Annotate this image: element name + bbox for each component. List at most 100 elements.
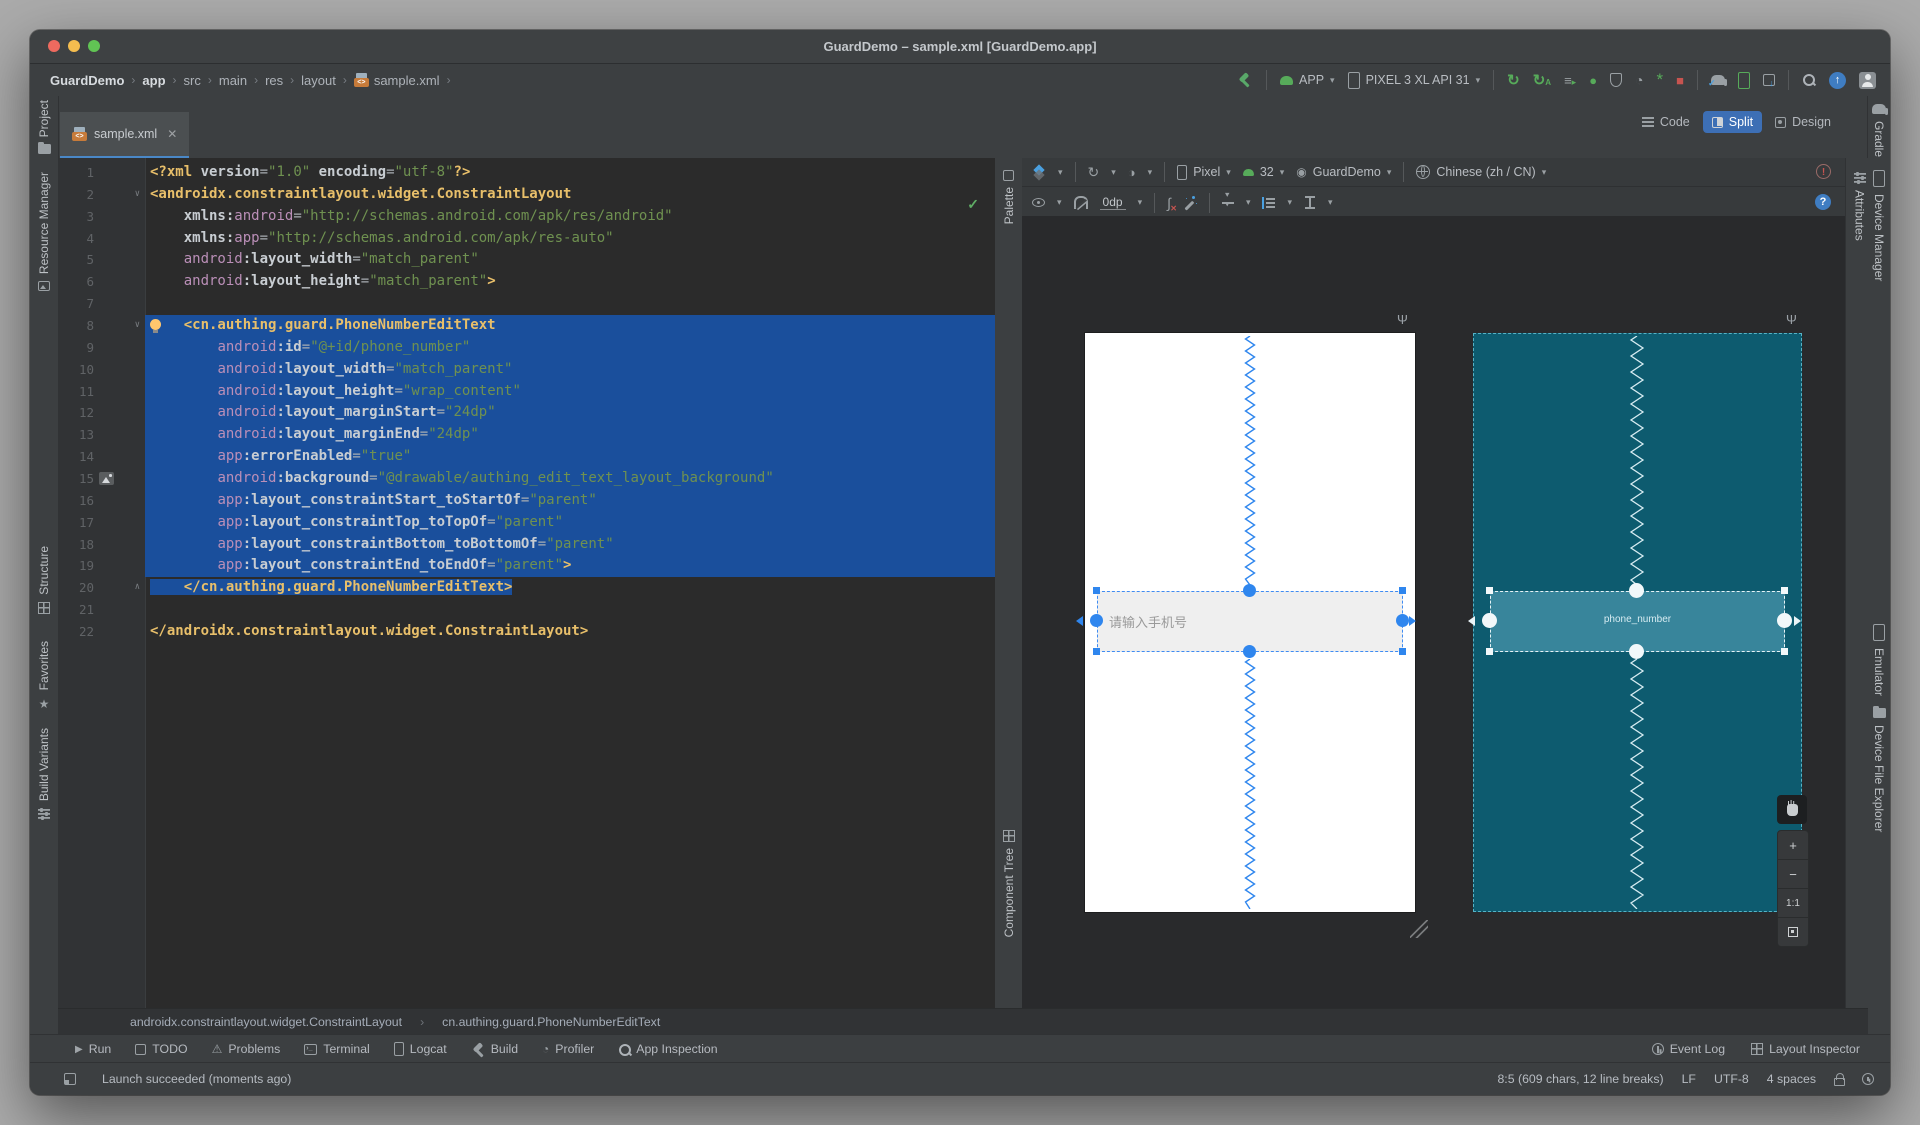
code-line-19[interactable]: 19 app:layout_constraintEnd_toEndOf="par…: [58, 555, 995, 578]
inspections-ok-icon[interactable]: ✓: [967, 196, 979, 213]
align-icon[interactable]: [1262, 196, 1276, 209]
constraint-anchor-bottom[interactable]: [1629, 644, 1644, 659]
api-level-select[interactable]: 32 ▾: [1242, 165, 1284, 179]
fold-marker-icon[interactable]: ∨: [125, 184, 145, 206]
sidebar-item-structure[interactable]: Structure: [30, 546, 58, 614]
constraint-anchor-bottom[interactable]: [1243, 645, 1256, 658]
code-line-18[interactable]: 18 app:layout_constraintBottom_toBottomO…: [58, 533, 995, 556]
device-manager-icon[interactable]: [1738, 71, 1750, 89]
code-line-20[interactable]: 20 ∧ </cn.authing.guard.PhoneNumberEditTe…: [58, 577, 995, 599]
zoom-out-button[interactable]: −: [1778, 860, 1808, 889]
attach-debugger-icon[interactable]: [1610, 73, 1623, 87]
sidebar-item-favorites[interactable]: Favorites ★: [30, 641, 58, 711]
sidebar-item-emulator[interactable]: Emulator: [1868, 624, 1890, 696]
toolwindow-logcat[interactable]: Logcat: [393, 1042, 447, 1056]
sidebar-item-resource-manager[interactable]: Resource Manager: [30, 172, 58, 292]
locale-select[interactable]: Chinese (zh / CN) ▾: [1416, 165, 1546, 179]
zoom-actual-size-button[interactable]: 1:1: [1778, 889, 1808, 918]
apply-code-changes-icon[interactable]: ↻A: [1533, 71, 1551, 89]
preview-device-select[interactable]: Pixel ▾: [1177, 164, 1231, 180]
code-line-14[interactable]: 14 app:errorEnabled="true": [58, 446, 995, 469]
run-list-icon[interactable]: ≡▸: [1564, 73, 1576, 88]
code-editor[interactable]: 1 <?xml version="1.0" encoding="utf-8"?> 2…: [58, 158, 995, 1008]
code-line-21[interactable]: 21: [58, 599, 995, 621]
mode-design-button[interactable]: Design: [1766, 111, 1840, 133]
breadcrumb-item[interactable]: GuardDemo: [50, 73, 124, 88]
constraint-anchor-top[interactable]: [1629, 583, 1644, 598]
sidebar-item-device-file-explorer[interactable]: Device File Explorer: [1868, 705, 1890, 832]
code-line-3[interactable]: 3 xmlns:android="http://schemas.android.…: [58, 206, 995, 228]
profile-avatar[interactable]: [1859, 71, 1876, 89]
handle-corner[interactable]: [1486, 587, 1493, 594]
code-line-22[interactable]: 22 </androidx.constraintlayout.widget.Con…: [58, 621, 995, 643]
code-line-13[interactable]: 13 android:layout_marginEnd="24dp": [58, 424, 995, 447]
toolwindow-run[interactable]: ▶ Run: [75, 1042, 111, 1056]
code-line-2[interactable]: 2 ∨ <androidx.constraintlayout.widget.Cons…: [58, 184, 995, 206]
code-line-5[interactable]: 5 android:layout_width="match_parent": [58, 249, 995, 271]
toolwindow-todo[interactable]: TODO: [135, 1042, 188, 1056]
mode-code-button[interactable]: Code: [1633, 111, 1699, 133]
sidebar-item-build-variants[interactable]: Build Variants: [30, 728, 58, 821]
code-line-12[interactable]: 12 android:layout_marginStart="24dp": [58, 402, 995, 425]
code-line-11[interactable]: 11 android:layout_height="wrap_content": [58, 380, 995, 403]
code-line-10[interactable]: 10 android:layout_width="match_parent": [58, 358, 995, 381]
breadcrumb-parent[interactable]: androidx.constraintlayout.widget.Constra…: [130, 1015, 402, 1029]
toolwindow-toggle-icon[interactable]: [64, 1073, 76, 1085]
breadcrumb-item[interactable]: layout: [301, 73, 336, 88]
code-line-17[interactable]: 17 app:layout_constraintTop_toTopOf="par…: [58, 511, 995, 534]
sdk-manager-icon[interactable]: [1763, 74, 1775, 88]
distribute-icon[interactable]: [1304, 196, 1316, 209]
handle-corner[interactable]: [1781, 587, 1788, 594]
close-tab-icon[interactable]: ✕: [167, 127, 177, 141]
night-mode-icon[interactable]: ◑: [1128, 165, 1136, 180]
breadcrumb-item[interactable]: src: [184, 73, 201, 88]
breadcrumb-child[interactable]: cn.authing.guard.PhoneNumberEditText: [442, 1015, 660, 1029]
handle-corner[interactable]: [1093, 648, 1100, 655]
view-options-icon[interactable]: [1032, 198, 1045, 207]
drawable-preview-icon[interactable]: [99, 472, 114, 486]
code-line-15[interactable]: 15 android:background="@drawable/authing…: [58, 468, 995, 490]
breadcrumb-item[interactable]: main: [219, 73, 247, 88]
toolwindow-build[interactable]: Build: [471, 1042, 518, 1056]
palette-tab[interactable]: Palette: [995, 170, 1022, 224]
resize-grip[interactable]: [1410, 920, 1428, 938]
tab-sample-xml[interactable]: sample.xml ✕: [60, 112, 190, 158]
toolwindow-app-inspection[interactable]: App Inspection: [618, 1042, 718, 1056]
code-line-8[interactable]: 8 ∨ <cn.authing.guard.PhoneNumberEditText: [58, 315, 995, 337]
pan-tool-button[interactable]: [1777, 795, 1807, 824]
handle-corner[interactable]: [1399, 648, 1406, 655]
caret-position[interactable]: 8:5 (609 chars, 12 line breaks): [1497, 1072, 1663, 1086]
constraint-anchor-start[interactable]: [1090, 614, 1103, 627]
handle-corner[interactable]: [1093, 587, 1100, 594]
infer-constraints-icon[interactable]: [1183, 195, 1197, 210]
toolwindow-profiler[interactable]: ◔ Profiler: [542, 1042, 594, 1056]
phone-number-edittext-design[interactable]: 请输入手机号: [1097, 591, 1403, 652]
readonly-lock-icon[interactable]: [1834, 1073, 1845, 1086]
sidebar-item-project[interactable]: Project: [30, 100, 58, 155]
code-line-6[interactable]: 6 android:layout_height="match_parent">: [58, 271, 995, 293]
handle-corner[interactable]: [1399, 587, 1406, 594]
code-line-1[interactable]: 1 <?xml version="1.0" encoding="utf-8"?>: [58, 162, 995, 184]
constraint-anchor-end[interactable]: [1777, 613, 1792, 628]
fold-marker-icon[interactable]: ∧: [125, 577, 145, 599]
constraint-anchor-end[interactable]: [1396, 614, 1409, 627]
constraint-anchor-start[interactable]: [1482, 613, 1497, 628]
handle-corner[interactable]: [1486, 648, 1493, 655]
breadcrumb-item[interactable]: sample.xml: [353, 72, 440, 88]
run-configuration-select[interactable]: APP ▾: [1280, 73, 1335, 87]
line-ending[interactable]: LF: [1682, 1072, 1696, 1086]
default-margin-select[interactable]: 0dp: [1099, 195, 1126, 210]
toolwindow-problems[interactable]: ⚠ Problems: [212, 1042, 281, 1056]
render-errors-icon[interactable]: !: [1816, 164, 1831, 179]
sidebar-item-gradle[interactable]: Gradle: [1868, 104, 1890, 157]
build-hammer-icon[interactable]: [1237, 72, 1253, 88]
fold-marker-icon[interactable]: ∨: [125, 315, 145, 337]
zoom-to-fit-button[interactable]: [1778, 918, 1808, 946]
indent-setting[interactable]: 4 spaces: [1767, 1072, 1816, 1086]
code-line-9[interactable]: 9 android:id="@+id/phone_number": [58, 336, 995, 359]
gradle-sync-icon[interactable]: ✓: [1708, 75, 1727, 88]
stop-icon[interactable]: ■: [1676, 73, 1684, 88]
clear-constraints-icon[interactable]: ∫: [1167, 195, 1176, 213]
profiler-icon[interactable]: ◔: [1635, 72, 1643, 88]
phone-number-edittext-blueprint[interactable]: phone_number: [1490, 591, 1785, 652]
